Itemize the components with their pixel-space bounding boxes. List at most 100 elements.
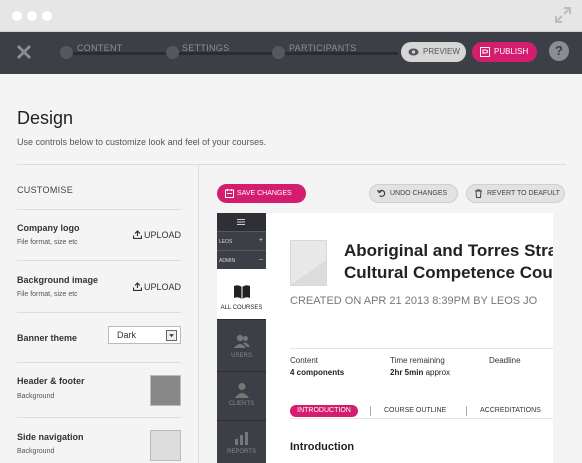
divider <box>217 250 266 251</box>
publish-icon <box>480 47 490 57</box>
banner-theme-select[interactable]: Dark <box>108 326 181 344</box>
company-logo-upload-button[interactable]: UPLOAD <box>133 230 181 240</box>
undo-changes-label: UNDO CHANGES <box>390 190 448 197</box>
preview-nav-users[interactable]: USERS <box>217 353 266 359</box>
side-navigation-label: Side navigation <box>17 432 84 442</box>
chevron-down-icon <box>166 330 177 341</box>
undo-changes-button[interactable]: UNDO CHANGES <box>369 184 458 203</box>
revert-to-default-label: REVERT TO DEAFULT <box>487 190 560 197</box>
preview-nav-reports[interactable]: REPORTS <box>217 449 266 455</box>
preview-side-navigation: LEOS + ADMIN – ALL COURSES USERS CLIENTS <box>217 213 266 463</box>
upload-icon <box>133 282 142 291</box>
minus-icon[interactable]: – <box>259 256 263 263</box>
header-footer-color-swatch[interactable] <box>150 375 181 406</box>
time-remaining-label: Time remaining <box>390 356 445 365</box>
window-close-dot[interactable] <box>12 11 22 21</box>
divider <box>17 209 181 210</box>
customise-heading: CUSTOMISE <box>17 185 74 195</box>
top-bar: CONTENT SETTINGS PARTICIPANTS PREVIEW PU… <box>0 32 582 74</box>
company-logo-hint: File format, size etc <box>17 239 78 246</box>
step-content[interactable]: CONTENT <box>77 43 123 53</box>
close-icon[interactable] <box>14 42 34 62</box>
window-zoom-dot[interactable] <box>42 11 52 21</box>
preview-menu-button[interactable] <box>217 213 266 231</box>
course-title-line: Cultural Competence Cou <box>344 263 553 282</box>
panel-divider <box>198 165 199 463</box>
course-created-info: CREATED ON APR 21 2013 8:39PM BY LEOS JO <box>290 295 538 307</box>
divider <box>17 164 566 165</box>
section-heading: Introduction <box>290 441 355 453</box>
tab-course-outline[interactable]: COURSE OUTLINE <box>384 407 446 414</box>
undo-icon <box>377 189 386 197</box>
banner-theme-label: Banner theme <box>17 333 78 343</box>
background-image-label: Background image <box>17 275 99 285</box>
content-label: Content <box>290 356 319 365</box>
divider <box>17 312 181 313</box>
header-footer-label: Header & footer <box>17 376 85 386</box>
publish-button[interactable]: PUBLISH <box>472 42 537 62</box>
save-icon <box>225 189 234 198</box>
divider <box>217 231 266 232</box>
tab-introduction[interactable]: INTRODUCTION <box>290 405 358 417</box>
divider <box>17 260 181 261</box>
menu-icon <box>237 219 245 225</box>
tab-divider <box>370 406 371 416</box>
upload-label: UPLOAD <box>144 282 182 292</box>
divider <box>17 417 181 418</box>
expand-icon[interactable] <box>554 6 572 24</box>
eye-icon <box>408 48 419 56</box>
side-navigation-color-swatch[interactable] <box>150 430 181 461</box>
trash-icon <box>475 189 482 198</box>
side-navigation-hint: Background <box>17 448 55 455</box>
divider <box>290 418 553 419</box>
divider <box>17 362 181 363</box>
users-icon[interactable] <box>233 333 251 349</box>
step-participants[interactable]: PARTICIPANTS <box>289 43 357 53</box>
course-title-line: Aboriginal and Torres Stra <box>344 241 553 260</box>
window-titlebar <box>0 0 582 32</box>
upload-label: UPLOAD <box>144 230 182 240</box>
content-value: 4 components <box>290 368 345 377</box>
course-thumbnail <box>290 240 327 286</box>
plus-icon[interactable]: + <box>259 237 263 244</box>
book-icon <box>234 285 250 299</box>
page-subtitle: Use controls below to customize look and… <box>17 137 267 147</box>
thumbnail-image-icon <box>291 260 326 285</box>
help-icon[interactable]: ? <box>549 41 569 61</box>
deadline-label: Deadline <box>489 356 521 365</box>
preview-nav-all-courses[interactable]: ALL COURSES <box>217 269 266 319</box>
revert-to-default-button[interactable]: REVERT TO DEAFULT <box>466 184 565 203</box>
background-image-hint: File format, size etc <box>17 291 78 298</box>
course-title: Aboriginal and Torres Stra Cultural Comp… <box>344 240 553 284</box>
divider <box>217 319 266 320</box>
tab-accreditations[interactable]: ACCREDITATIONS <box>480 407 541 414</box>
save-changes-button[interactable]: SAVE CHANGES <box>217 184 306 203</box>
preview-label: PREVIEW <box>423 47 460 56</box>
company-logo-label: Company logo <box>17 223 80 233</box>
preview-nav-clients[interactable]: CLIENTS <box>217 401 266 407</box>
course-preview: LEOS + ADMIN – ALL COURSES USERS CLIENTS <box>217 213 553 463</box>
divider <box>290 348 553 349</box>
time-remaining-rest: approx <box>423 368 451 377</box>
time-remaining-bold: 2hr 5min <box>390 368 424 377</box>
window-minimize-dot[interactable] <box>27 11 37 21</box>
step-settings[interactable]: SETTINGS <box>182 43 229 53</box>
divider <box>217 420 266 421</box>
time-remaining-value: 2hr 5min approx <box>390 368 450 377</box>
publish-label: PUBLISH <box>494 47 529 56</box>
reports-icon[interactable] <box>233 430 251 446</box>
header-footer-hint: Background <box>17 393 55 400</box>
step-dot-content[interactable] <box>60 46 73 59</box>
step-dot-participants[interactable] <box>272 46 285 59</box>
preview-tag-admin: ADMIN <box>219 258 236 264</box>
preview-nav-label: ALL COURSES <box>220 305 263 311</box>
banner-theme-value: Dark <box>117 330 137 340</box>
step-dot-settings[interactable] <box>166 46 179 59</box>
background-image-upload-button[interactable]: UPLOAD <box>133 282 181 292</box>
upload-icon <box>133 230 142 239</box>
save-changes-label: SAVE CHANGES <box>237 190 292 197</box>
page-title: Design <box>17 108 74 128</box>
preview-tag-leos: LEOS <box>219 239 233 245</box>
clients-icon[interactable] <box>233 382 251 398</box>
preview-button[interactable]: PREVIEW <box>401 42 466 62</box>
